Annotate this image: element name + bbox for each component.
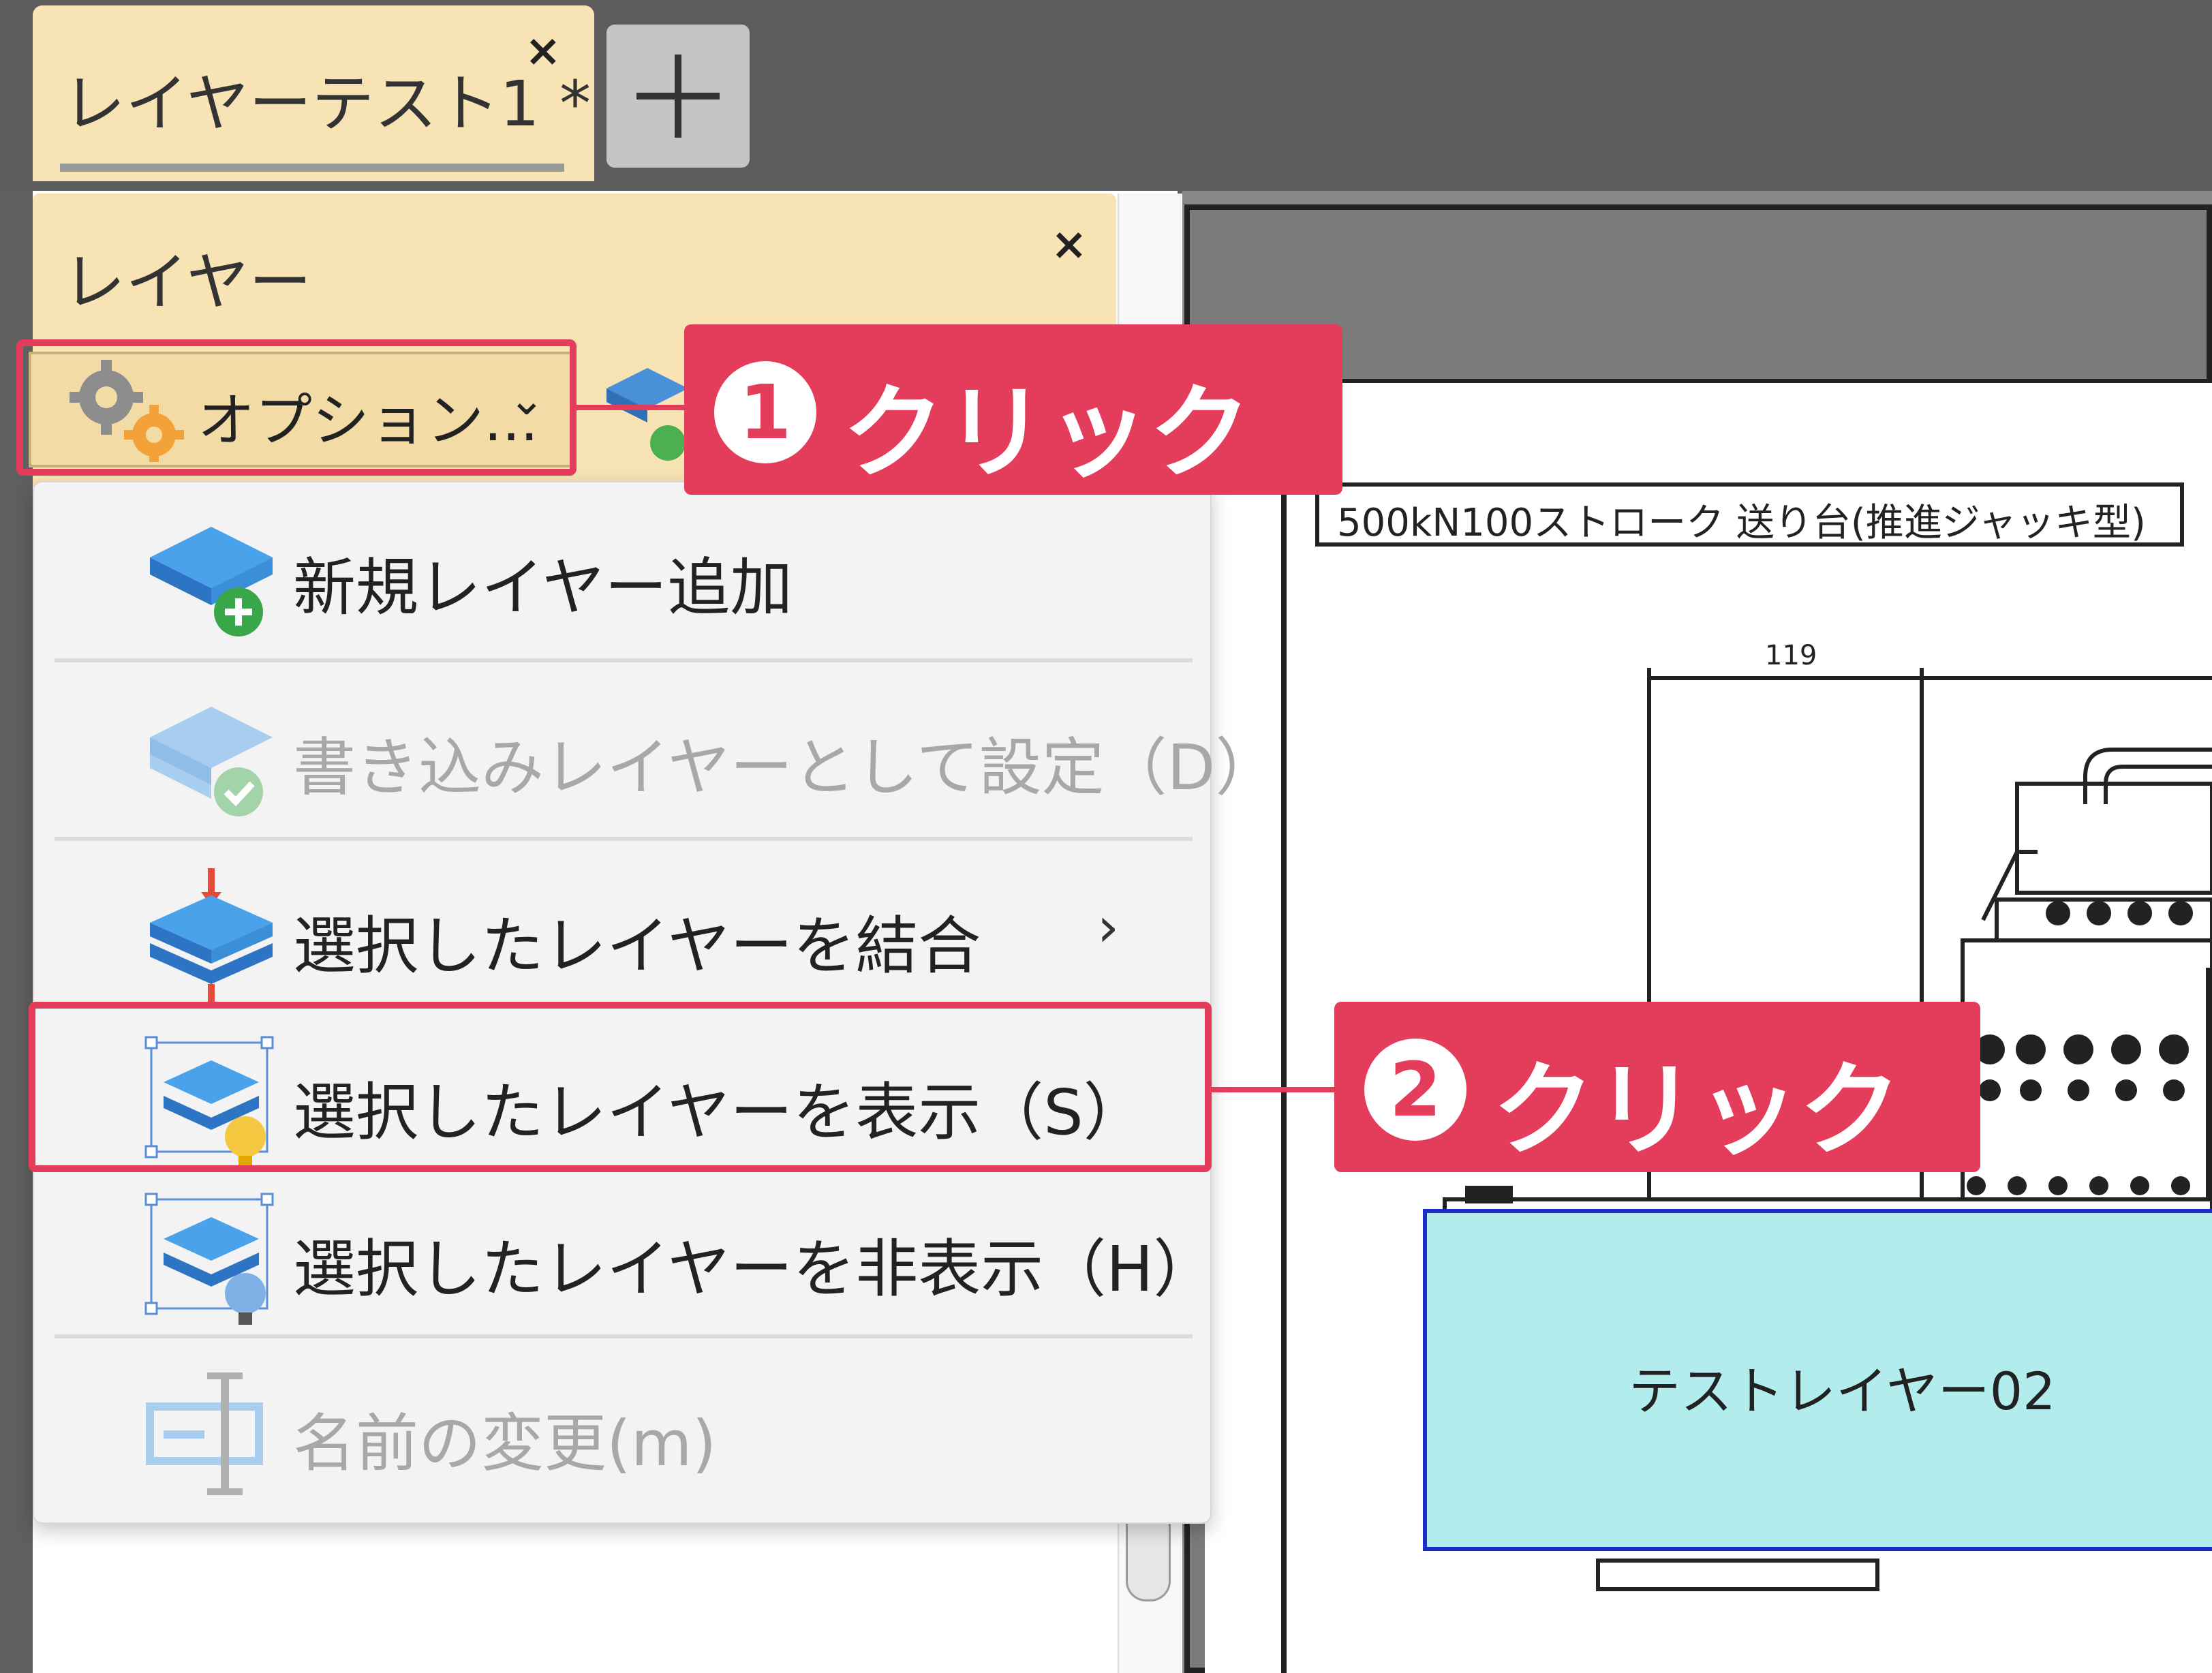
menu-item-add-layer[interactable]: 新規レイヤー追加 — [34, 482, 1213, 653]
menu-item-hide-selected-layers[interactable]: 選択したレイヤーを非表示（H） — [34, 1164, 1216, 1334]
add-layer-icon — [150, 527, 273, 636]
hide-layer-icon — [144, 1193, 274, 1325]
sheet-margin-line — [1281, 477, 1287, 1673]
panel-close-icon[interactable]: × — [1051, 219, 1088, 270]
step2-callout: 2 クリック — [1334, 1002, 1980, 1172]
step1-number: 1 — [714, 361, 816, 463]
new-tab-button[interactable] — [606, 25, 750, 168]
menu-item-rename[interactable]: 名前の変更(m) — [34, 1338, 1213, 1509]
step1-callout: 1 クリック — [684, 324, 1342, 495]
step2-text: クリック — [1492, 1052, 1902, 1170]
drawing-title: 500kN100ストローク 送り台(推進ジャッキ型) — [1337, 501, 2146, 545]
menu-item-label: 選択したレイヤーを結合 — [293, 910, 981, 983]
document-tab[interactable]: レイヤーテスト1 * × — [33, 5, 594, 181]
step2-highlight — [29, 1002, 1212, 1172]
menu-item-label: 名前の変更(m) — [293, 1407, 717, 1480]
test-layer-label: テストレイヤー02 — [1629, 1361, 2056, 1422]
test-layer-shape[interactable]: テストレイヤー02 — [1423, 1209, 2212, 1551]
merge-layers-icon — [150, 868, 273, 1004]
rename-icon — [146, 1372, 263, 1495]
tab-close-icon[interactable]: × — [525, 26, 562, 76]
set-write-layer-icon — [150, 707, 273, 816]
panel-title: レイヤー — [63, 246, 312, 319]
dimension-label: 119 — [1765, 640, 1817, 671]
menu-item-label: 新規レイヤー追加 — [293, 551, 793, 624]
step2-number: 2 — [1364, 1039, 1466, 1141]
menu-item-set-write-layer[interactable]: 書き込みレイヤーとして設定（D） — [34, 662, 1278, 833]
menu-item-merge-layers[interactable]: 選択したレイヤーを結合 › — [34, 841, 1213, 1011]
step2-connector — [1212, 1087, 1336, 1092]
drawing-title-box: 500kN100ストローク 送り台(推進ジャッキ型) — [1315, 482, 2184, 547]
layer-panel-header: レイヤー × — [33, 194, 1116, 330]
step1-highlight — [16, 339, 577, 476]
document-tab-label: レイヤーテスト1 * — [63, 67, 592, 140]
plus-icon — [636, 55, 720, 138]
submenu-arrow-icon: › — [1097, 895, 1119, 959]
menu-item-label: 選択したレイヤーを非表示（H） — [293, 1233, 1216, 1306]
step1-connector — [577, 405, 686, 410]
step1-text: クリック — [842, 374, 1252, 493]
menu-item-label: 書き込みレイヤーとして設定（D） — [293, 731, 1278, 804]
tab-active-underline — [60, 164, 564, 172]
